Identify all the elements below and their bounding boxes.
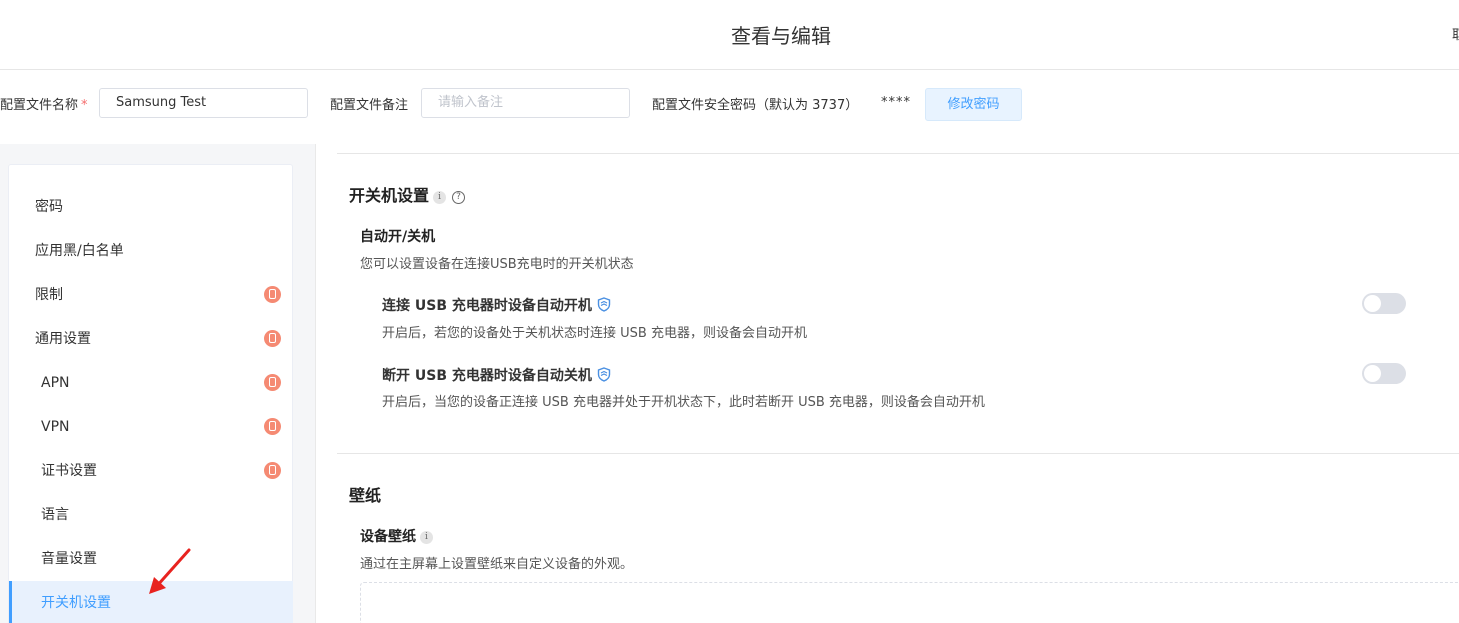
header-action-truncated[interactable]: 取 <box>1452 24 1459 43</box>
auto-power-off-title: 断开 USB 充电器时设备自动关机 <box>382 365 611 385</box>
sidebar-item-label: 语言 <box>41 507 69 523</box>
auto-power-on-toggle[interactable] <box>1362 293 1406 314</box>
auto-power-subtitle: 自动开/关机 <box>360 229 436 245</box>
profile-password-label: 配置文件安全密码（默认为 3737） <box>652 98 859 113</box>
profile-name-input[interactable]: Samsung Test <box>99 88 308 118</box>
wallpaper-upload-area[interactable] <box>360 582 1459 623</box>
device-badge-icon <box>264 374 281 391</box>
sidebar-item-certificates[interactable]: 证书设置 <box>9 449 293 493</box>
sidebar-item-language[interactable]: 语言 <box>9 493 293 537</box>
auto-power-off-toggle[interactable] <box>1362 363 1406 384</box>
profile-remark-label: 配置文件备注 <box>330 98 409 113</box>
sidebar-item-label: 音量设置 <box>41 551 97 567</box>
sidebar-item-label: VPN <box>41 419 70 435</box>
sidebar-item-general-settings[interactable]: 通用设置 <box>9 317 293 361</box>
page-header: 查看与编辑 取 <box>0 0 1459 70</box>
profile-password-masked: **** <box>881 95 911 110</box>
shield-icon <box>597 367 611 382</box>
section-divider <box>337 153 1459 154</box>
section-divider <box>337 453 1459 454</box>
sidebar-item-label: 通用设置 <box>35 331 91 347</box>
profile-form-row: 配置文件名称 * Samsung Test 配置文件备注 请输入备注 配置文件安全… <box>0 70 1459 144</box>
sidebar-item-label: 应用黑/白名单 <box>35 243 124 259</box>
device-badge-icon <box>264 418 281 435</box>
red-arrow-icon <box>149 548 191 594</box>
device-badge-icon <box>264 330 281 347</box>
sidebar-item-label: 开关机设置 <box>41 595 111 611</box>
sidebar-item-restrictions[interactable]: 限制 <box>9 273 293 317</box>
auto-power-on-description: 开启后，若您的设备处于关机状态时连接 USB 充电器，则设备会自动开机 <box>382 326 807 341</box>
shield-icon <box>597 297 611 312</box>
help-icon[interactable]: ? <box>452 191 466 204</box>
main-content: 开关机设置 i? 自动开/关机 您可以设置设备在连接USB充电时的开关机状态 连接… <box>317 144 1459 623</box>
profile-name-label: 配置文件名称 * <box>0 98 88 113</box>
auto-power-description: 您可以设置设备在连接USB充电时的开关机状态 <box>360 257 634 272</box>
sidebar-item-password[interactable]: 密码 <box>9 185 293 229</box>
required-mark: * <box>81 98 88 113</box>
sidebar-item-label: 限制 <box>35 287 63 303</box>
sidebar-item-vpn[interactable]: VPN <box>9 405 293 449</box>
page-title: 查看与编辑 <box>731 24 831 48</box>
info-icon[interactable]: i <box>420 531 433 544</box>
sidebar-item-label: APN <box>41 375 70 391</box>
wallpaper-subtitle: 设备壁纸 i <box>360 526 433 546</box>
sidebar-item-label: 密码 <box>35 199 63 215</box>
wallpaper-description: 通过在主屏幕上设置壁纸来自定义设备的外观。 <box>360 557 634 572</box>
wallpaper-section-title: 壁纸 <box>349 486 382 505</box>
power-section-title: 开关机设置 i? <box>349 182 466 206</box>
info-icon[interactable]: i <box>433 191 447 204</box>
sidebar-item-label: 证书设置 <box>41 463 97 479</box>
auto-power-on-title: 连接 USB 充电器时设备自动开机 <box>382 295 611 315</box>
device-badge-icon <box>264 462 281 479</box>
change-password-button[interactable]: 修改密码 <box>925 88 1022 121</box>
auto-power-off-description: 开启后，当您的设备正连接 USB 充电器并处于开机状态下，此时若断开 USB 充… <box>382 395 985 410</box>
device-badge-icon <box>264 286 281 303</box>
sidebar-item-apn[interactable]: APN <box>9 361 293 405</box>
profile-remark-input[interactable]: 请输入备注 <box>421 88 630 118</box>
sidebar-item-app-blacklist[interactable]: 应用黑/白名单 <box>9 229 293 273</box>
